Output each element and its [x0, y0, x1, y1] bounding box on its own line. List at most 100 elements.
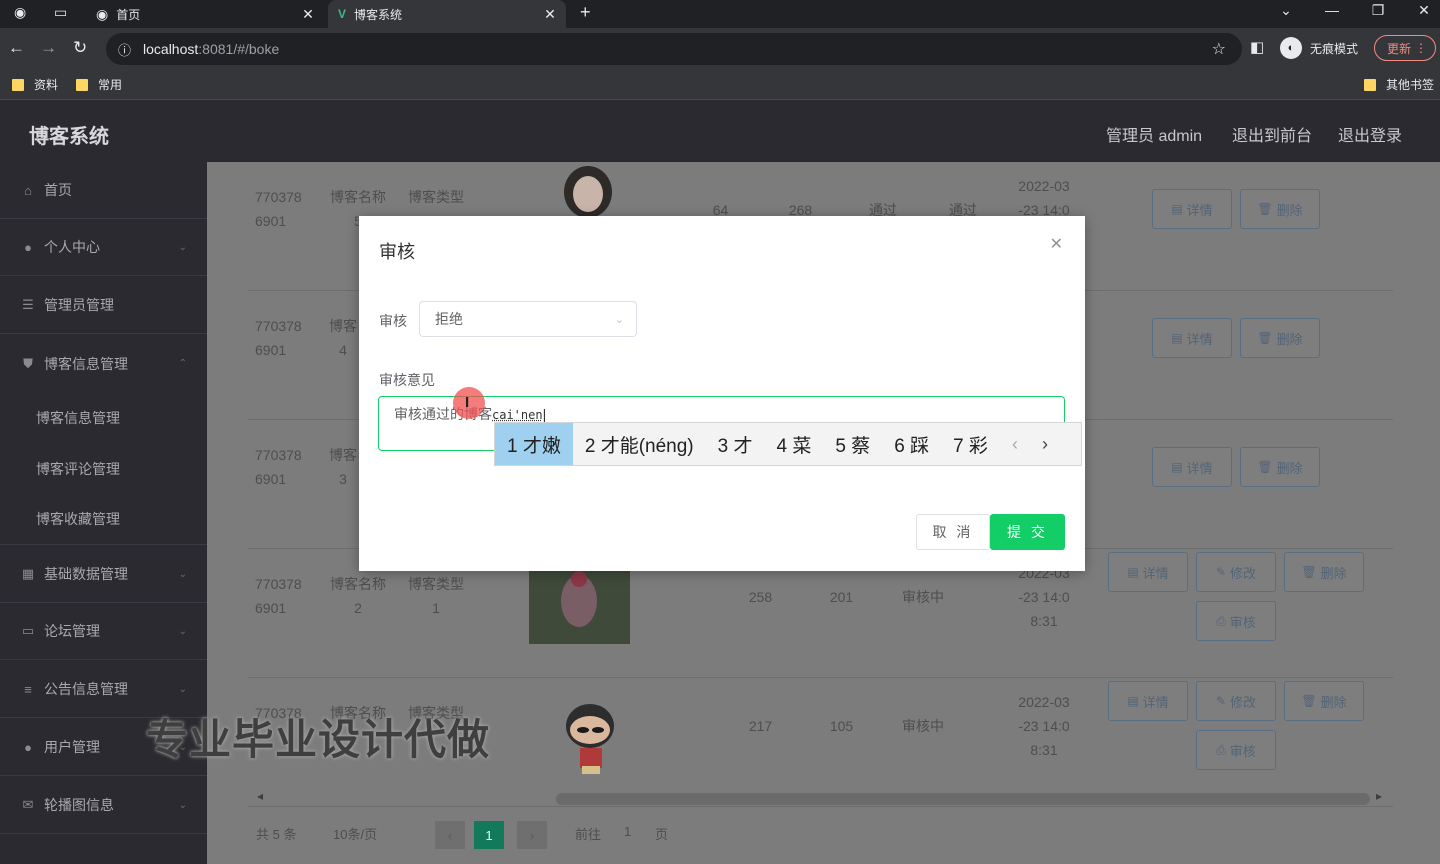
- sidebar-item-carousel-info[interactable]: ✉ 轮播图信息 ⌄: [0, 777, 207, 834]
- blog-cover-image: [538, 678, 639, 774]
- goto-page-input[interactable]: 1: [624, 824, 631, 839]
- opinion-label: 审核意见: [379, 372, 435, 388]
- tab-home[interactable]: ◉ 首页 ✕: [84, 0, 324, 28]
- status-badge: 审核中: [902, 718, 944, 734]
- bookmark-star-icon[interactable]: ☆: [1212, 39, 1226, 59]
- submit-button[interactable]: 提 交: [990, 514, 1065, 550]
- back-to-frontend-link[interactable]: 退出到前台: [1232, 122, 1312, 146]
- close-icon[interactable]: ✕: [1050, 234, 1063, 254]
- delete-button[interactable]: 🗑 删除: [1240, 318, 1320, 358]
- back-icon[interactable]: ←: [8, 38, 25, 58]
- audit-icon: ⎙: [1216, 742, 1226, 757]
- ime-candidate[interactable]: 5 蔡: [823, 423, 882, 465]
- ime-candidate[interactable]: 7 彩: [941, 423, 1000, 465]
- audit-button[interactable]: ⎙ 审核: [1196, 730, 1276, 770]
- bookmark-folder-common[interactable]: 常用: [76, 76, 122, 93]
- chevron-down-icon: ⌄: [614, 313, 624, 326]
- window-close-icon[interactable]: ✕: [1402, 2, 1440, 19]
- ime-prev-page-icon[interactable]: ‹: [1000, 434, 1030, 455]
- ime-candidate[interactable]: 6 踩: [882, 423, 941, 465]
- url-field[interactable]: ⓘ localhost:8081/#/boke ☆: [106, 33, 1242, 65]
- minimize-icon[interactable]: —: [1310, 2, 1354, 18]
- url-host: localhost: [143, 41, 199, 57]
- chat-icon: ▭: [21, 623, 35, 638]
- edit-button[interactable]: ✎ 修改: [1196, 681, 1276, 721]
- ime-candidate[interactable]: 1 才嫩: [495, 423, 573, 465]
- delete-button[interactable]: 🗑 删除: [1240, 189, 1320, 229]
- close-tab-icon[interactable]: ✕: [298, 6, 318, 23]
- ime-candidate[interactable]: 3 才: [706, 423, 765, 465]
- sidebar-item-home[interactable]: ⌂ 首页: [0, 162, 207, 219]
- ime-composition: cai'nen: [492, 408, 543, 422]
- sidebar-subitem-blog-comments[interactable]: 博客评论管理: [0, 443, 207, 494]
- sidebar-subitem-blog-info[interactable]: 博客信息管理: [0, 392, 207, 443]
- sidebar-item-forum-management[interactable]: ▭ 论坛管理 ⌄: [0, 603, 207, 660]
- close-tab-icon[interactable]: ✕: [540, 6, 560, 23]
- chevron-up-icon: ⌃: [178, 358, 187, 369]
- bookmark-label: 资料: [34, 78, 59, 92]
- audit-select[interactable]: 拒绝 ⌄: [419, 301, 637, 337]
- detail-button[interactable]: ▤ 详情: [1108, 552, 1188, 592]
- detail-button[interactable]: ▤ 详情: [1152, 447, 1232, 487]
- chevron-down-icon: ⌄: [178, 799, 187, 811]
- sidebar-item-basic-data-management[interactable]: ▦ 基础数据管理 ⌄: [0, 546, 207, 603]
- incognito-icon: ◐: [1280, 37, 1302, 59]
- logout-link[interactable]: 退出登录: [1338, 122, 1402, 146]
- detail-button[interactable]: ▤ 详情: [1108, 681, 1188, 721]
- restore-icon[interactable]: ❐: [1356, 2, 1400, 19]
- ime-candidate[interactable]: 4 菜: [765, 423, 824, 465]
- audit-button[interactable]: ⎙ 审核: [1196, 601, 1276, 641]
- forward-icon[interactable]: →: [40, 38, 57, 58]
- url-path: :8081/#/boke: [198, 41, 280, 57]
- scroll-right-icon[interactable]: ▸: [1376, 789, 1382, 803]
- other-bookmarks[interactable]: 其他书签: [1364, 76, 1434, 93]
- created-time: 2022-03 -23 14:0 8:31: [1018, 694, 1070, 758]
- scroll-left-icon[interactable]: ◂: [257, 789, 263, 803]
- ime-next-page-icon[interactable]: ›: [1030, 434, 1060, 455]
- page-number-current[interactable]: 1: [474, 821, 504, 849]
- sidebar-item-admin-management[interactable]: ☰ 管理员管理: [0, 277, 207, 334]
- blog-id: 770378 6901: [255, 576, 302, 616]
- globe-icon: ◉: [96, 5, 109, 22]
- reload-icon[interactable]: ↻: [73, 38, 87, 58]
- prev-page-button[interactable]: ‹: [435, 821, 465, 849]
- like-count: 217: [748, 718, 773, 734]
- vue-logo-icon: V: [338, 7, 347, 21]
- update-button[interactable]: 更新 ⋮: [1374, 35, 1436, 61]
- cancel-button[interactable]: 取 消: [916, 514, 990, 550]
- shield-icon: ⛊: [23, 355, 33, 371]
- new-tab-icon[interactable]: +: [580, 2, 591, 23]
- edit-button[interactable]: ✎ 修改: [1196, 552, 1276, 592]
- grid-icon: ▦: [21, 566, 35, 581]
- sidebar-item-personal-center[interactable]: ● 个人中心 ⌄: [0, 219, 207, 276]
- bookmark-folder-materials[interactable]: 资料: [12, 76, 58, 93]
- ime-candidate[interactable]: 2 才能(néng): [573, 423, 706, 465]
- blog-cover-image: [529, 571, 630, 644]
- audit-label: 审核: [379, 313, 407, 329]
- next-page-button[interactable]: ›: [517, 821, 547, 849]
- delete-button[interactable]: 🗑 删除: [1284, 681, 1364, 721]
- incognito-indicator[interactable]: ◐ 无痕模式: [1280, 37, 1358, 59]
- text-caret: |: [542, 406, 547, 422]
- tab-blog-system[interactable]: V 博客系统 ✕: [328, 0, 566, 28]
- sidebar-item-label: 基础数据管理: [44, 566, 128, 582]
- page-size-select[interactable]: 10条/页: [333, 824, 377, 843]
- sidebar-item-blog-info-management[interactable]: ⛊ 博客信息管理 ⌃: [0, 335, 207, 392]
- side-panel-icon[interactable]: ◧: [1250, 38, 1264, 56]
- detail-button[interactable]: ▤ 详情: [1152, 189, 1232, 229]
- table-horizontal-scrollbar[interactable]: ◂ ▸: [257, 789, 1382, 805]
- text-cursor-icon: I: [465, 394, 470, 411]
- sidebar-item-label: 论坛管理: [44, 623, 100, 639]
- sidebar-subitem-blog-favorites[interactable]: 博客收藏管理: [0, 494, 207, 545]
- audit-dialog: 审核 ✕ 审核 拒绝 ⌄ 审核意见 审核通过的博客cai'nen| I 取 消 …: [359, 216, 1085, 571]
- mail-icon: ✉: [22, 797, 34, 812]
- delete-button[interactable]: 🗑 删除: [1284, 552, 1364, 592]
- delete-button[interactable]: 🗑 删除: [1240, 447, 1320, 487]
- detail-button[interactable]: ▤ 详情: [1152, 318, 1232, 358]
- scrollbar-thumb[interactable]: [556, 793, 1370, 805]
- tab-search-icon[interactable]: ⌄: [1264, 2, 1308, 19]
- goto-prefix: 前往: [575, 827, 602, 842]
- tab-overview-icon[interactable]: ▭: [54, 4, 67, 21]
- site-info-icon[interactable]: ⓘ: [118, 40, 131, 59]
- chrome-logo-icon: ◉: [14, 4, 27, 20]
